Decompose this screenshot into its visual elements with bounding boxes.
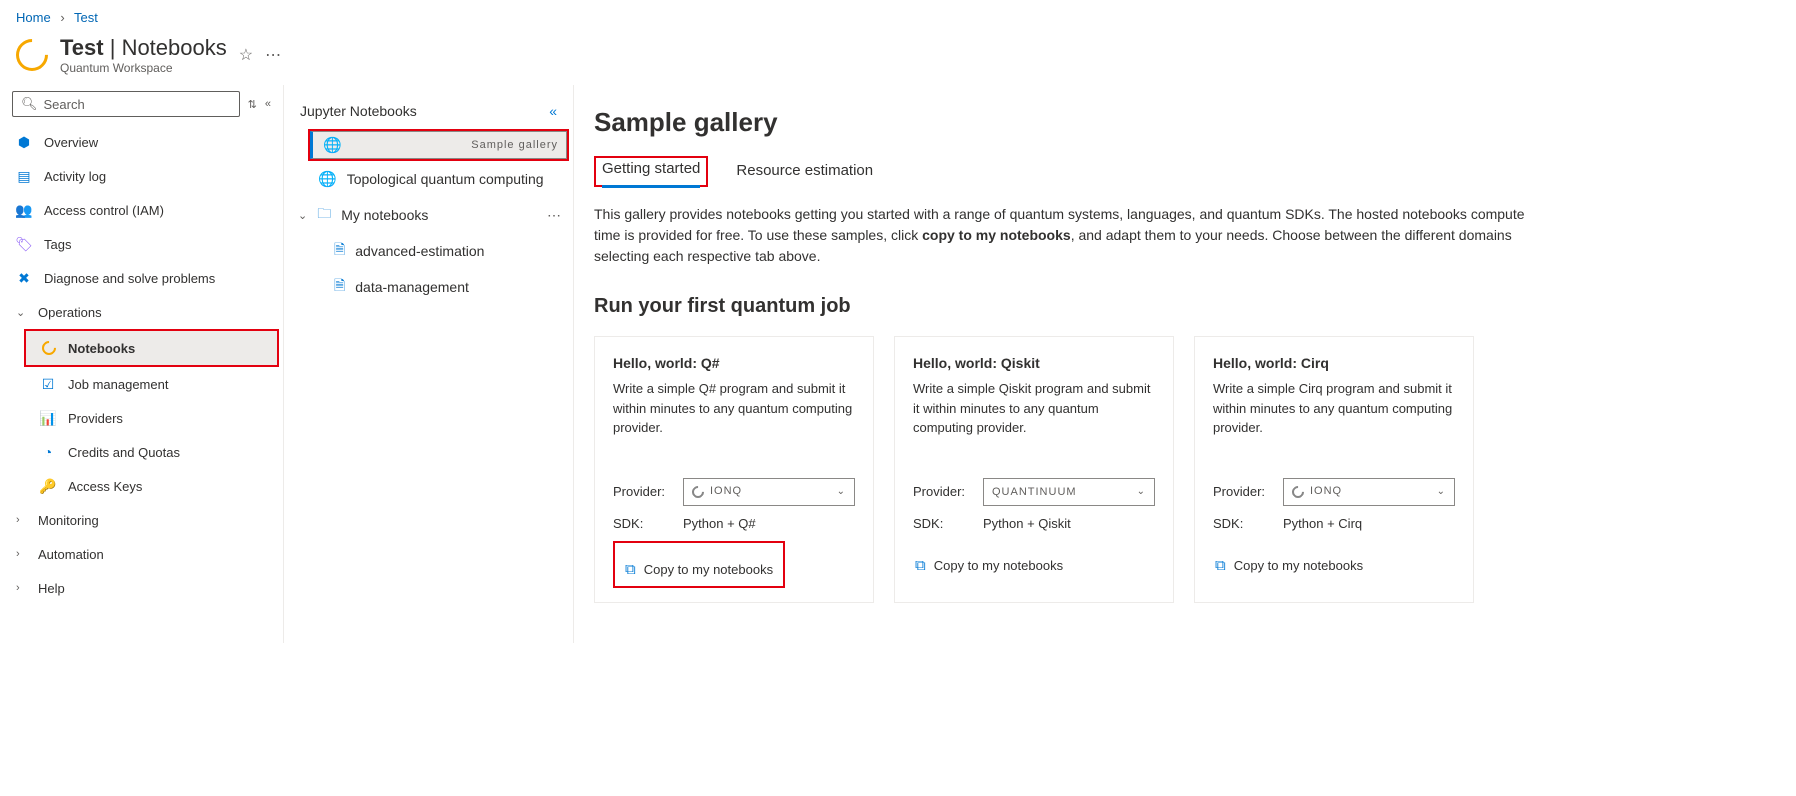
sidebar-item-providers[interactable]: 📊Providers — [0, 401, 283, 435]
collapse-sidebar-icon[interactable]: « — [265, 98, 271, 110]
sample-cards: Hello, world: Q# Write a simple Q# progr… — [594, 336, 1776, 603]
key-icon: 🔑 — [40, 478, 56, 494]
sdk-label: SDK: — [1213, 516, 1283, 531]
sidebar-item-iam[interactable]: 👥Access control (IAM) — [0, 193, 283, 227]
wrench-icon: ✖ — [16, 270, 32, 286]
sidebar-item-credits[interactable]: ◔Credits and Quotas — [0, 435, 283, 469]
provider-select[interactable]: IONQ⌄ — [683, 478, 855, 506]
globe-icon: 🌐 — [323, 136, 343, 154]
section-heading: Run your first quantum job — [594, 295, 1776, 318]
provider-label: Provider: — [613, 484, 683, 499]
tree-file-advanced-estimation[interactable]: 🗎advanced-estimation — [284, 233, 573, 269]
sidebar-group-monitoring[interactable]: ›Monitoring — [0, 503, 283, 537]
copy-icon: ⧉ — [625, 561, 636, 578]
gallery-description: This gallery provides notebooks getting … — [594, 204, 1534, 267]
notebooks-icon — [39, 338, 59, 358]
sidebar-group-operations[interactable]: ⌄Operations — [0, 295, 283, 329]
sdk-value: Python + Cirq — [1283, 516, 1362, 531]
sdk-label: SDK: — [913, 516, 983, 531]
provider-label: Provider: — [913, 484, 983, 499]
workspace-icon — [9, 32, 54, 77]
folder-icon: 🗀 — [317, 203, 331, 227]
sidebar-item-overview[interactable]: ⬢Overview — [0, 125, 283, 159]
favorite-icon[interactable]: ☆ — [239, 45, 253, 65]
copy-to-notebooks-button[interactable]: ⧉Copy to my notebooks — [913, 551, 1155, 580]
file-icon: 🗎 — [334, 239, 345, 263]
sort-icon[interactable]: ⇅ — [248, 98, 257, 111]
tab-resource-estimation[interactable]: Resource estimation — [736, 156, 873, 187]
copy-to-notebooks-button[interactable]: ⧉Copy to my notebooks — [1213, 551, 1455, 580]
tab-getting-started[interactable]: Getting started — [602, 154, 700, 188]
chevron-down-icon: ⌄ — [16, 306, 26, 319]
breadcrumb-home[interactable]: Home — [16, 10, 51, 25]
sample-card-qiskit: Hello, world: Qiskit Write a simple Qisk… — [894, 336, 1174, 603]
sidebar-group-automation[interactable]: ›Automation — [0, 537, 283, 571]
tree-group-my-notebooks[interactable]: ⌄🗀My notebooks ⋯ — [284, 197, 573, 233]
gauge-icon: ◔ — [40, 444, 56, 460]
chart-icon: 📊 — [40, 410, 56, 426]
activity-log-icon: ▤ — [16, 168, 32, 184]
card-title: Hello, world: Q# — [613, 355, 855, 371]
sdk-value: Python + Q# — [683, 516, 756, 531]
copy-to-notebooks-button[interactable]: ⧉Copy to my notebooks — [623, 555, 775, 584]
file-icon: 🗎 — [334, 275, 345, 299]
chevron-down-icon: ⌄ — [1437, 486, 1446, 497]
search-input[interactable]: 🔍︎ Search — [12, 91, 240, 117]
card-title: Hello, world: Qiskit — [913, 355, 1155, 371]
tag-icon: 🏷 — [16, 236, 32, 252]
page-title: Test | Notebooks — [60, 35, 227, 61]
chevron-right-icon: › — [60, 10, 64, 25]
chevron-right-icon: › — [16, 548, 26, 560]
overview-icon: ⬢ — [16, 134, 32, 150]
sidebar-item-activity[interactable]: ▤Activity log — [0, 159, 283, 193]
more-icon[interactable]: ⋯ — [547, 207, 561, 224]
tabs: Getting started Resource estimation — [594, 156, 1776, 188]
tree-file-data-management[interactable]: 🗎data-management — [284, 269, 573, 305]
card-description: Write a simple Qiskit program and submit… — [913, 379, 1155, 438]
sidebar-item-keys[interactable]: 🔑Access Keys — [0, 469, 283, 503]
provider-label: Provider: — [1213, 484, 1283, 499]
notebook-tree: Jupyter Notebooks « 🌐 Sample gallery 🌐 T… — [284, 85, 574, 643]
chevron-down-icon: ⌄ — [1137, 486, 1146, 497]
sample-card-qsharp: Hello, world: Q# Write a simple Q# progr… — [594, 336, 874, 603]
sidebar: 🔍︎ Search ⇅ « ⬢Overview ▤Activity log 👥A… — [0, 85, 284, 643]
sidebar-item-diagnose[interactable]: ✖Diagnose and solve problems — [0, 261, 283, 295]
sidebar-item-notebooks[interactable]: Notebooks — [26, 331, 277, 365]
provider-icon — [1290, 483, 1307, 500]
copy-icon: ⧉ — [1215, 557, 1226, 574]
provider-select[interactable]: IONQ⌄ — [1283, 478, 1455, 506]
collapse-tree-icon[interactable]: « — [549, 103, 557, 119]
sidebar-item-tags[interactable]: 🏷Tags — [0, 227, 283, 261]
card-description: Write a simple Q# program and submit it … — [613, 379, 855, 438]
provider-select[interactable]: QUANTINUUM⌄ — [983, 478, 1155, 506]
page-header: Test | Notebooks Quantum Workspace ☆ ⋯ — [0, 29, 1796, 85]
provider-icon — [690, 483, 707, 500]
chevron-right-icon: › — [16, 582, 26, 594]
tree-title: Jupyter Notebooks — [300, 103, 417, 119]
globe-icon: 🌐 — [318, 170, 337, 188]
main-content: Sample gallery Getting started Resource … — [574, 85, 1796, 643]
people-icon: 👥 — [16, 202, 32, 218]
tree-item-topological[interactable]: 🌐 Topological quantum computing — [284, 161, 573, 197]
sidebar-item-jobs[interactable]: ☑Job management — [0, 367, 283, 401]
content-title: Sample gallery — [594, 107, 1776, 138]
card-title: Hello, world: Cirq — [1213, 355, 1455, 371]
more-icon[interactable]: ⋯ — [265, 45, 281, 65]
sdk-label: SDK: — [613, 516, 683, 531]
sdk-value: Python + Qiskit — [983, 516, 1071, 531]
search-icon: 🔍︎ — [21, 96, 38, 112]
page-subtitle: Quantum Workspace — [60, 61, 227, 75]
sidebar-group-help[interactable]: ›Help — [0, 571, 283, 605]
copy-icon: ⧉ — [915, 557, 926, 574]
checklist-icon: ☑ — [40, 376, 56, 392]
tree-item-sample-gallery[interactable]: 🌐 Sample gallery — [310, 131, 567, 159]
chevron-right-icon: › — [16, 514, 26, 526]
card-description: Write a simple Cirq program and submit i… — [1213, 379, 1455, 438]
breadcrumb: Home › Test — [0, 0, 1796, 29]
chevron-down-icon: ⌄ — [837, 486, 846, 497]
chevron-down-icon: ⌄ — [298, 209, 307, 222]
breadcrumb-current[interactable]: Test — [74, 10, 98, 25]
sample-card-cirq: Hello, world: Cirq Write a simple Cirq p… — [1194, 336, 1474, 603]
